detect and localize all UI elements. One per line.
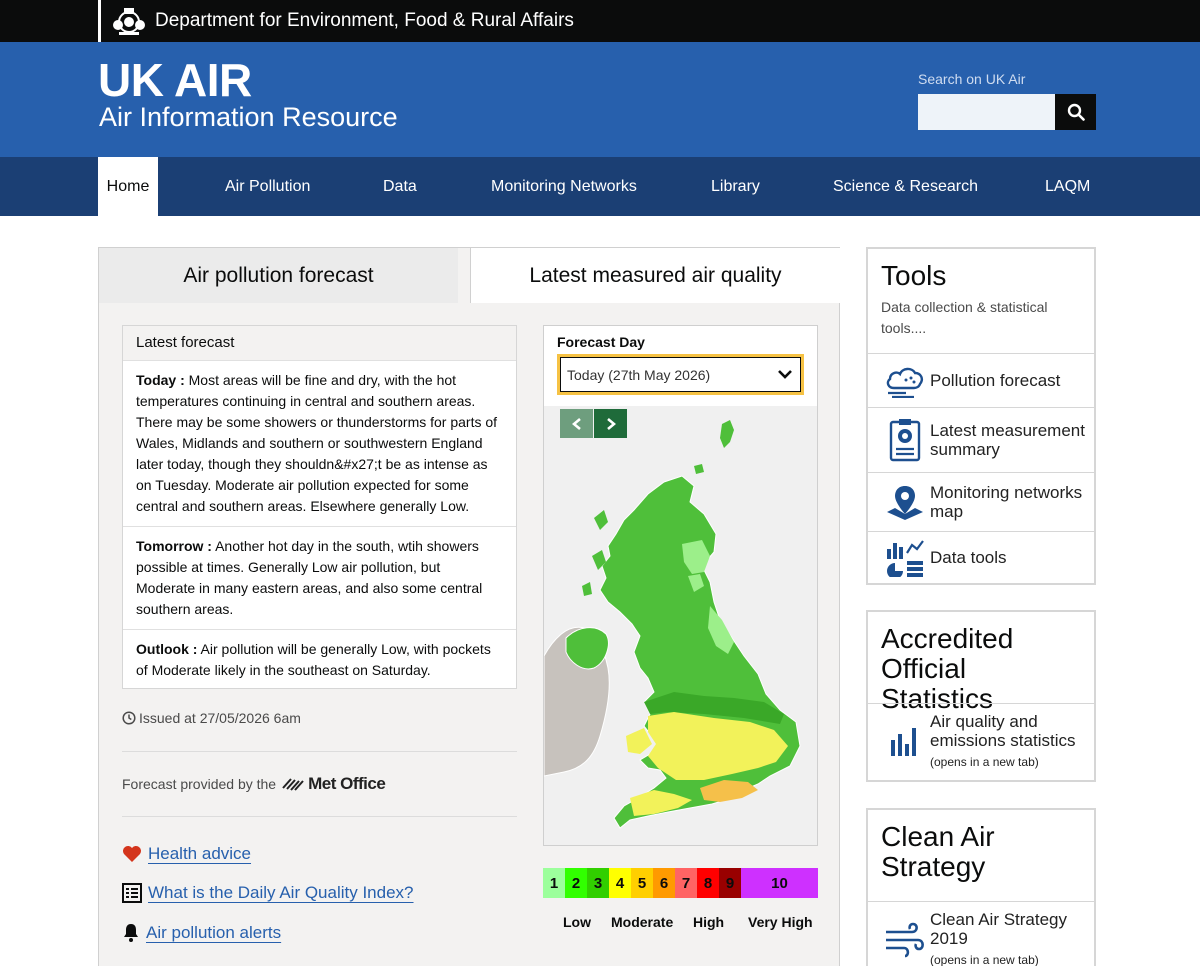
defra-title: Department for Environment, Food & Rural… <box>155 10 574 31</box>
clean-air-strategy-2019-link[interactable]: Clean Air Strategy 2019 (opens in a new t… <box>868 901 1094 966</box>
clipboard-report-icon <box>881 418 929 462</box>
scale-label-high: High <box>693 914 725 930</box>
scale-label-moderate: Moderate <box>611 914 674 930</box>
nav-data[interactable]: Data <box>383 157 417 216</box>
forecast-map-box: Forecast Day Today (27th May 2026) <box>543 325 818 846</box>
tool-latest-measurement-summary[interactable]: Latest measurement summary <box>868 407 1094 472</box>
next-day-button[interactable] <box>594 409 627 438</box>
daqi-band-6: 6 <box>653 868 675 898</box>
daqi-band-2: 2 <box>565 868 587 898</box>
tab-latest-measured[interactable]: Latest measured air quality <box>470 248 840 303</box>
royal-crest-icon <box>109 5 149 37</box>
divider <box>122 751 517 752</box>
daqi-band-3: 3 <box>587 868 609 898</box>
issued-time: Issued at 27/05/2026 6am <box>122 710 301 726</box>
chevron-down-icon <box>778 370 792 379</box>
tool-monitoring-networks-map[interactable]: Monitoring networks map <box>868 472 1094 531</box>
search-input[interactable] <box>918 94 1055 130</box>
site-header: UK AIR Air Information Resource Search o… <box>0 42 1200 157</box>
search-button[interactable] <box>1055 94 1096 130</box>
daqi-band-5: 5 <box>631 868 653 898</box>
wind-icon <box>881 922 929 958</box>
forecast-outlook: Outlook : Air pollution will be generall… <box>136 641 491 678</box>
clean-air-strategy-title: Clean Air Strategy <box>881 821 995 882</box>
new-tab-note: (opens in a new tab) <box>930 953 1039 966</box>
air-pollution-alerts-link[interactable]: Air pollution alerts <box>146 923 281 943</box>
tool-data-tools[interactable]: Data tools <box>868 531 1094 583</box>
nav-science-research[interactable]: Science & Research <box>833 157 978 216</box>
site-title[interactable]: UK AIR <box>98 56 252 104</box>
daqi-band-1: 1 <box>543 868 565 898</box>
bar-chart-icon <box>881 726 929 758</box>
forecast-panel: Air pollution forecast Latest measured a… <box>98 247 840 966</box>
main-nav: Home Air Pollution Data Monitoring Netwo… <box>0 157 1200 216</box>
official-statistics-card: Accredited Official Statistics Air quali… <box>866 610 1096 782</box>
latest-forecast-heading: Latest forecast <box>123 326 516 361</box>
air-quality-emissions-statistics-link[interactable]: Air quality and emissions statistics (ope… <box>868 703 1094 780</box>
forecast-day-label: Forecast Day <box>557 334 645 350</box>
official-statistics-title: Accredited Official Statistics <box>881 623 1014 714</box>
nav-home[interactable]: Home <box>98 157 158 216</box>
latest-forecast-box: Latest forecast Today : Most areas will … <box>122 325 517 689</box>
site-subtitle[interactable]: Air Information Resource <box>99 102 398 132</box>
bell-icon <box>124 924 138 942</box>
forecast-day-select[interactable]: Today (27th May 2026) <box>557 354 804 395</box>
forecast-today: Today : Most areas will be fine and dry,… <box>123 361 516 527</box>
daqi-band-4: 4 <box>609 868 631 898</box>
heart-icon <box>123 846 141 862</box>
daqi-scale: 1 2 3 4 5 6 7 8 9 10 <box>543 868 818 898</box>
search-icon <box>1067 103 1085 121</box>
uk-forecast-map[interactable] <box>544 406 817 845</box>
tool-pollution-forecast[interactable]: Pollution forecast <box>868 353 1094 407</box>
new-tab-note: (opens in a new tab) <box>930 755 1039 769</box>
chevron-right-icon <box>606 417 616 430</box>
alerts-link-row: Air pollution alerts <box>122 923 281 943</box>
tools-description: Data collection & statistical tools.... <box>881 299 1048 336</box>
nav-laqm[interactable]: LAQM <box>1045 157 1090 216</box>
tools-card: Tools Data collection & statistical tool… <box>866 247 1096 585</box>
cloud-forecast-icon <box>881 364 929 398</box>
defra-link[interactable]: Department for Environment, Food & Rural… <box>98 0 574 42</box>
nav-air-pollution[interactable]: Air Pollution <box>225 157 310 216</box>
uk-map-graphic <box>544 406 817 845</box>
tab-air-pollution-forecast[interactable]: Air pollution forecast <box>99 248 458 303</box>
scale-label-low: Low <box>563 914 591 930</box>
previous-day-button[interactable] <box>560 409 593 438</box>
forecast-tomorrow: Tomorrow : Another hot day in the south,… <box>123 527 516 630</box>
clock-icon <box>122 711 136 725</box>
chevron-left-icon <box>571 417 581 430</box>
daqi-band-7: 7 <box>675 868 697 898</box>
tools-title: Tools <box>881 260 947 291</box>
daqi-band-9: 9 <box>719 868 741 898</box>
defra-bar: Department for Environment, Food & Rural… <box>0 0 1200 42</box>
daqi-band-10: 10 <box>741 868 818 898</box>
health-advice-link[interactable]: Health advice <box>148 844 251 864</box>
health-advice-link-row: Health advice <box>122 844 251 864</box>
forecast-provider: Forecast provided by the Met Office <box>122 774 386 794</box>
daqi-link[interactable]: What is the Daily Air Quality Index? <box>148 883 414 903</box>
scale-label-very-high: Very High <box>748 914 813 930</box>
map-pin-icon <box>881 484 929 520</box>
met-office-logo[interactable]: Met Office <box>282 774 386 794</box>
clean-air-strategy-card: Clean Air Strategy Clean Air Strategy 20… <box>866 808 1096 966</box>
chart-tools-icon <box>881 539 929 577</box>
search-label: Search on UK Air <box>918 71 1026 87</box>
divider <box>122 816 517 817</box>
document-list-icon <box>122 883 142 903</box>
nav-library[interactable]: Library <box>711 157 760 216</box>
daqi-band-8: 8 <box>697 868 719 898</box>
daqi-link-row: What is the Daily Air Quality Index? <box>122 883 414 903</box>
met-office-icon <box>282 778 304 791</box>
nav-monitoring-networks[interactable]: Monitoring Networks <box>491 157 637 216</box>
